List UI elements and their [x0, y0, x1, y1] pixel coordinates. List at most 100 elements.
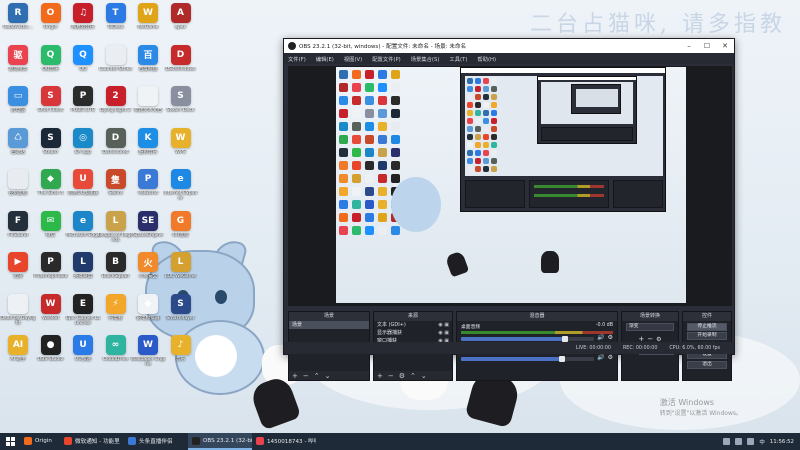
desktop-icon[interactable]: S Shot Client	[33, 86, 69, 119]
volume-icon[interactable]	[747, 438, 755, 445]
desktop-icon[interactable]: ◎ EA app	[65, 127, 101, 161]
add-icon[interactable]: +	[292, 372, 298, 380]
obs-titlebar[interactable]: OBS 23.2.1 (32-bit, windows) - 配置文件: 未命名…	[284, 39, 734, 53]
menu-scene-collection[interactable]: 场景集合(S)	[411, 55, 440, 63]
desktop-icon[interactable]: 百百度网盘	[130, 44, 166, 78]
desktop-icon[interactable]: ◆ The Sims 4	[33, 169, 69, 202]
desktop-icon[interactable]: ● OBS Studio	[33, 335, 69, 368]
desktop-icon[interactable]: L LOL WeGame	[163, 252, 199, 285]
desktop-icon[interactable]: P Phasmophobia	[33, 252, 69, 285]
chevron-up-icon[interactable]: ⌃	[410, 372, 416, 380]
taskbar-item[interactable]: Origin	[20, 433, 60, 450]
volume-slider[interactable]	[461, 355, 595, 362]
desktop-icon[interactable]: SE SpaceEngine	[130, 210, 166, 244]
taskbar-item[interactable]: 1450018743 - 哔哩云…	[252, 433, 316, 450]
desktop-icon[interactable]: Aapex	[163, 3, 199, 36]
desktop-icon[interactable]: 隻 Sekiro	[98, 169, 134, 202]
start-button[interactable]	[0, 433, 20, 450]
gear-icon[interactable]: ⚙	[399, 372, 405, 380]
menu-view[interactable]: 视图(V)	[344, 55, 362, 63]
desktop-icon[interactable]: P PUBG LITE	[65, 86, 101, 119]
desktop-icon[interactable]: K 酷狗音乐	[130, 127, 166, 161]
desktop-icon[interactable]: ♫ 网易云音乐	[65, 3, 101, 36]
desktop-icon[interactable]: 驱驱动精灵	[0, 44, 36, 78]
desktop-icon[interactable]: L 英雄联盟	[65, 252, 101, 285]
desktop-icon[interactable]: W WeGame	[130, 3, 166, 36]
desktop-icon[interactable]: Q QQ音乐	[33, 44, 69, 78]
minimize-icon[interactable]: –	[680, 42, 698, 50]
desktop-icon[interactable]: ♺ 回收站	[0, 127, 36, 161]
gear-icon[interactable]: ⚙	[608, 354, 613, 361]
chevron-down-icon[interactable]: ⌄	[325, 372, 331, 380]
add-icon[interactable]: +	[377, 372, 383, 380]
desktop-icon[interactable]: W WPS	[163, 127, 199, 161]
desktop-icon[interactable]: P Palworld	[130, 169, 166, 202]
source-item[interactable]: 文本 (GDI+) ◉ ▣	[374, 321, 452, 329]
desktop-icon[interactable]: e Microsoft Edge	[65, 210, 101, 244]
obs-window[interactable]: OBS 23.2.1 (32-bit, windows) - 配置文件: 未命名…	[283, 38, 735, 381]
speaker-icon[interactable]: 🔊	[597, 354, 604, 361]
desktop-icon[interactable]: S Steam Deck	[163, 86, 199, 119]
menu-edit[interactable]: 编辑(E)	[316, 55, 334, 63]
desktop-icon[interactable]: U UU加速	[65, 335, 101, 368]
eye-icon[interactable]: ◉ ▣	[438, 330, 449, 336]
menu-tools[interactable]: 工具(T)	[449, 55, 467, 63]
desktop-icon[interactable]: L League of Legends	[98, 210, 134, 244]
desktop-icon[interactable]: E Epic Games Launcher	[65, 293, 101, 327]
desktop-icon[interactable]: O Origin	[33, 3, 69, 36]
clock[interactable]: 11:56:52	[770, 439, 794, 445]
desktop-icon[interactable]: ▭ 此电脑	[0, 86, 36, 119]
menu-profile[interactable]: 配置文件(P)	[372, 55, 401, 63]
menu-help[interactable]: 帮助(H)	[477, 55, 496, 63]
obs-preview[interactable]	[288, 66, 732, 306]
desktop-icon[interactable]: Counter-Strike	[98, 44, 134, 78]
desktop-icon[interactable]: G UU远程	[163, 210, 199, 244]
desktop-icon[interactable]: W WeMod	[33, 293, 69, 327]
volume-slider[interactable]	[461, 335, 595, 342]
gear-icon[interactable]: ⚙	[608, 334, 613, 341]
speaker-icon[interactable]: 🔊	[597, 334, 604, 341]
transition-select[interactable]: 渐变	[626, 323, 674, 331]
ime-indicator[interactable]: 中	[759, 438, 764, 446]
desktop-icon[interactable]: ◆ 雷电模拟器	[130, 293, 166, 327]
stop-streaming-button[interactable]: 停止推流	[687, 322, 727, 331]
desktop-icon[interactable]: ⚡ 闪电看	[98, 293, 134, 327]
scene-item[interactable]: 场景	[289, 321, 369, 329]
desktop-icon[interactable]: Q QQ	[65, 44, 101, 78]
tray-icon[interactable]	[723, 438, 731, 445]
desktop-icon[interactable]: Dead by Daylight	[0, 293, 36, 327]
eye-icon[interactable]: ◉ ▣	[438, 322, 449, 328]
desktop-icon[interactable]: ♪ 音乐	[163, 335, 199, 368]
desktop-icon[interactable]: 火火绒安全	[130, 252, 166, 285]
desktop-icon[interactable]: AI AI 助手	[0, 335, 36, 368]
close-icon[interactable]: ✕	[716, 42, 734, 50]
desktop-icon[interactable]: ∞ CloudDrive	[98, 335, 134, 368]
desktop-icon[interactable]: ▶ 迅雷	[0, 252, 36, 285]
desktop-icon[interactable]: T ToDesk	[98, 3, 134, 36]
desktop-icon[interactable]: R Relativistic…	[0, 3, 36, 36]
exit-button[interactable]: 退出	[687, 360, 727, 369]
taskbar-item[interactable]: OBS 23.2.1 (32-bit, …	[188, 433, 252, 450]
remove-icon[interactable]: −	[388, 372, 394, 380]
chevron-up-icon[interactable]: ⌃	[314, 372, 320, 380]
desktop-icon[interactable]: S SmartPlayer	[163, 293, 199, 327]
maximize-icon[interactable]: ☐	[698, 42, 716, 50]
desktop-icon[interactable]: D DS4Windows	[163, 44, 199, 78]
start-recording-button[interactable]: 开始录制	[687, 332, 727, 340]
desktop-icon[interactable]: ✉ 微信	[33, 210, 69, 244]
source-item[interactable]: 显示器捕获 ◉ ▣	[374, 329, 452, 337]
chevron-down-icon[interactable]: ⌄	[421, 372, 427, 380]
desktop-icon[interactable]: 控制面板	[0, 169, 36, 202]
desktop-icon[interactable]: F FxSound	[0, 210, 36, 244]
desktop-icon[interactable]: B BlackSquad	[98, 252, 134, 285]
remove-icon[interactable]: −	[303, 372, 309, 380]
menu-file[interactable]: 文件(F)	[288, 55, 306, 63]
desktop-icon[interactable]: 2 Dying Light 2	[98, 86, 134, 119]
desktop-icon[interactable]: e Internet Explorer	[163, 169, 199, 202]
desktop-icon[interactable]: S Steam	[33, 127, 69, 161]
desktop-icon[interactable]: U 网易UU加速器	[65, 169, 101, 202]
taskbar-item[interactable]: 微软通知 - 功能里	[60, 433, 124, 450]
network-icon[interactable]	[735, 438, 743, 445]
desktop-icon[interactable]: 新建文本文档	[130, 86, 166, 119]
desktop-icon[interactable]: D Dishonored	[98, 127, 134, 161]
